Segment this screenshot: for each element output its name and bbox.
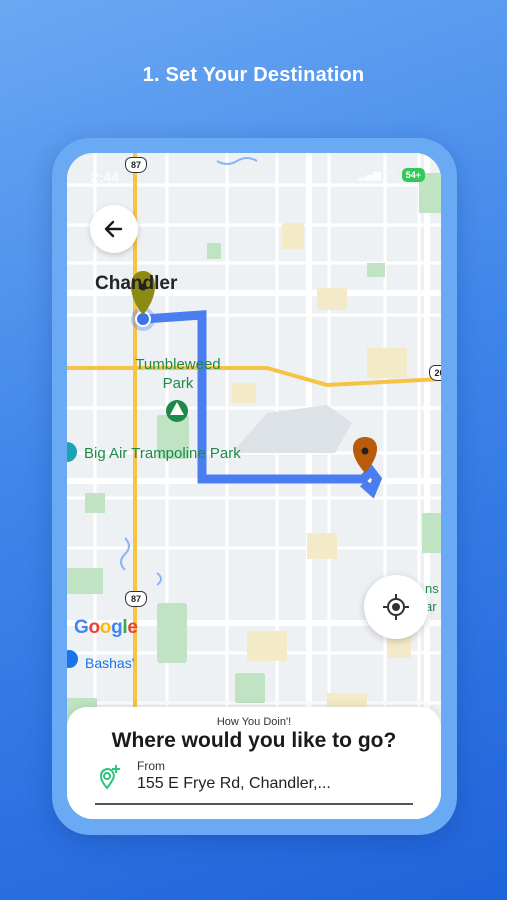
wifi-icon: ◠: [386, 169, 396, 181]
signal-icon: ▂▄▆: [358, 169, 381, 181]
park-tree-icon: [166, 400, 188, 422]
highway-shield: 87: [125, 157, 147, 173]
highway-shield: 87: [125, 591, 147, 607]
onboarding-headline: 1. Set Your Destination: [142, 64, 365, 86]
destination-sheet: How You Doin'! Where would you like to g…: [67, 707, 441, 819]
battery-indicator: 54+: [401, 168, 425, 182]
arrow-left-icon: [104, 220, 123, 238]
add-location-icon: [100, 765, 120, 790]
sheet-greeting: How You Doin'!: [216, 716, 292, 728]
map-label-grocery[interactable]: Bashas': [85, 655, 134, 671]
phone-screen: 2:44 ▂▄▆ ◠ 54+ Chandler Tumbleweed Park …: [67, 153, 441, 819]
status-icons: ▂▄▆ ◠ 54+: [359, 168, 425, 182]
highway-shield: 202: [429, 365, 441, 381]
map-label-edge: ns: [425, 581, 439, 596]
status-time: 2:44: [91, 169, 120, 185]
map-label-attraction[interactable]: Big Air Trampoline Park: [84, 445, 241, 462]
locate-me-button[interactable]: [364, 575, 428, 639]
field-divider: [95, 803, 413, 805]
map-label-city: Chandler: [95, 273, 178, 294]
map-label-park[interactable]: Tumbleweed Park: [133, 355, 223, 393]
sheet-title: Where would you like to go?: [111, 729, 397, 752]
crosshair-icon: [383, 594, 409, 620]
from-address-field[interactable]: 155 E Frye Rd, Chandler,...: [137, 775, 331, 793]
google-logo: Google: [74, 617, 138, 638]
from-label: From: [137, 759, 165, 773]
back-button[interactable]: [90, 205, 138, 253]
